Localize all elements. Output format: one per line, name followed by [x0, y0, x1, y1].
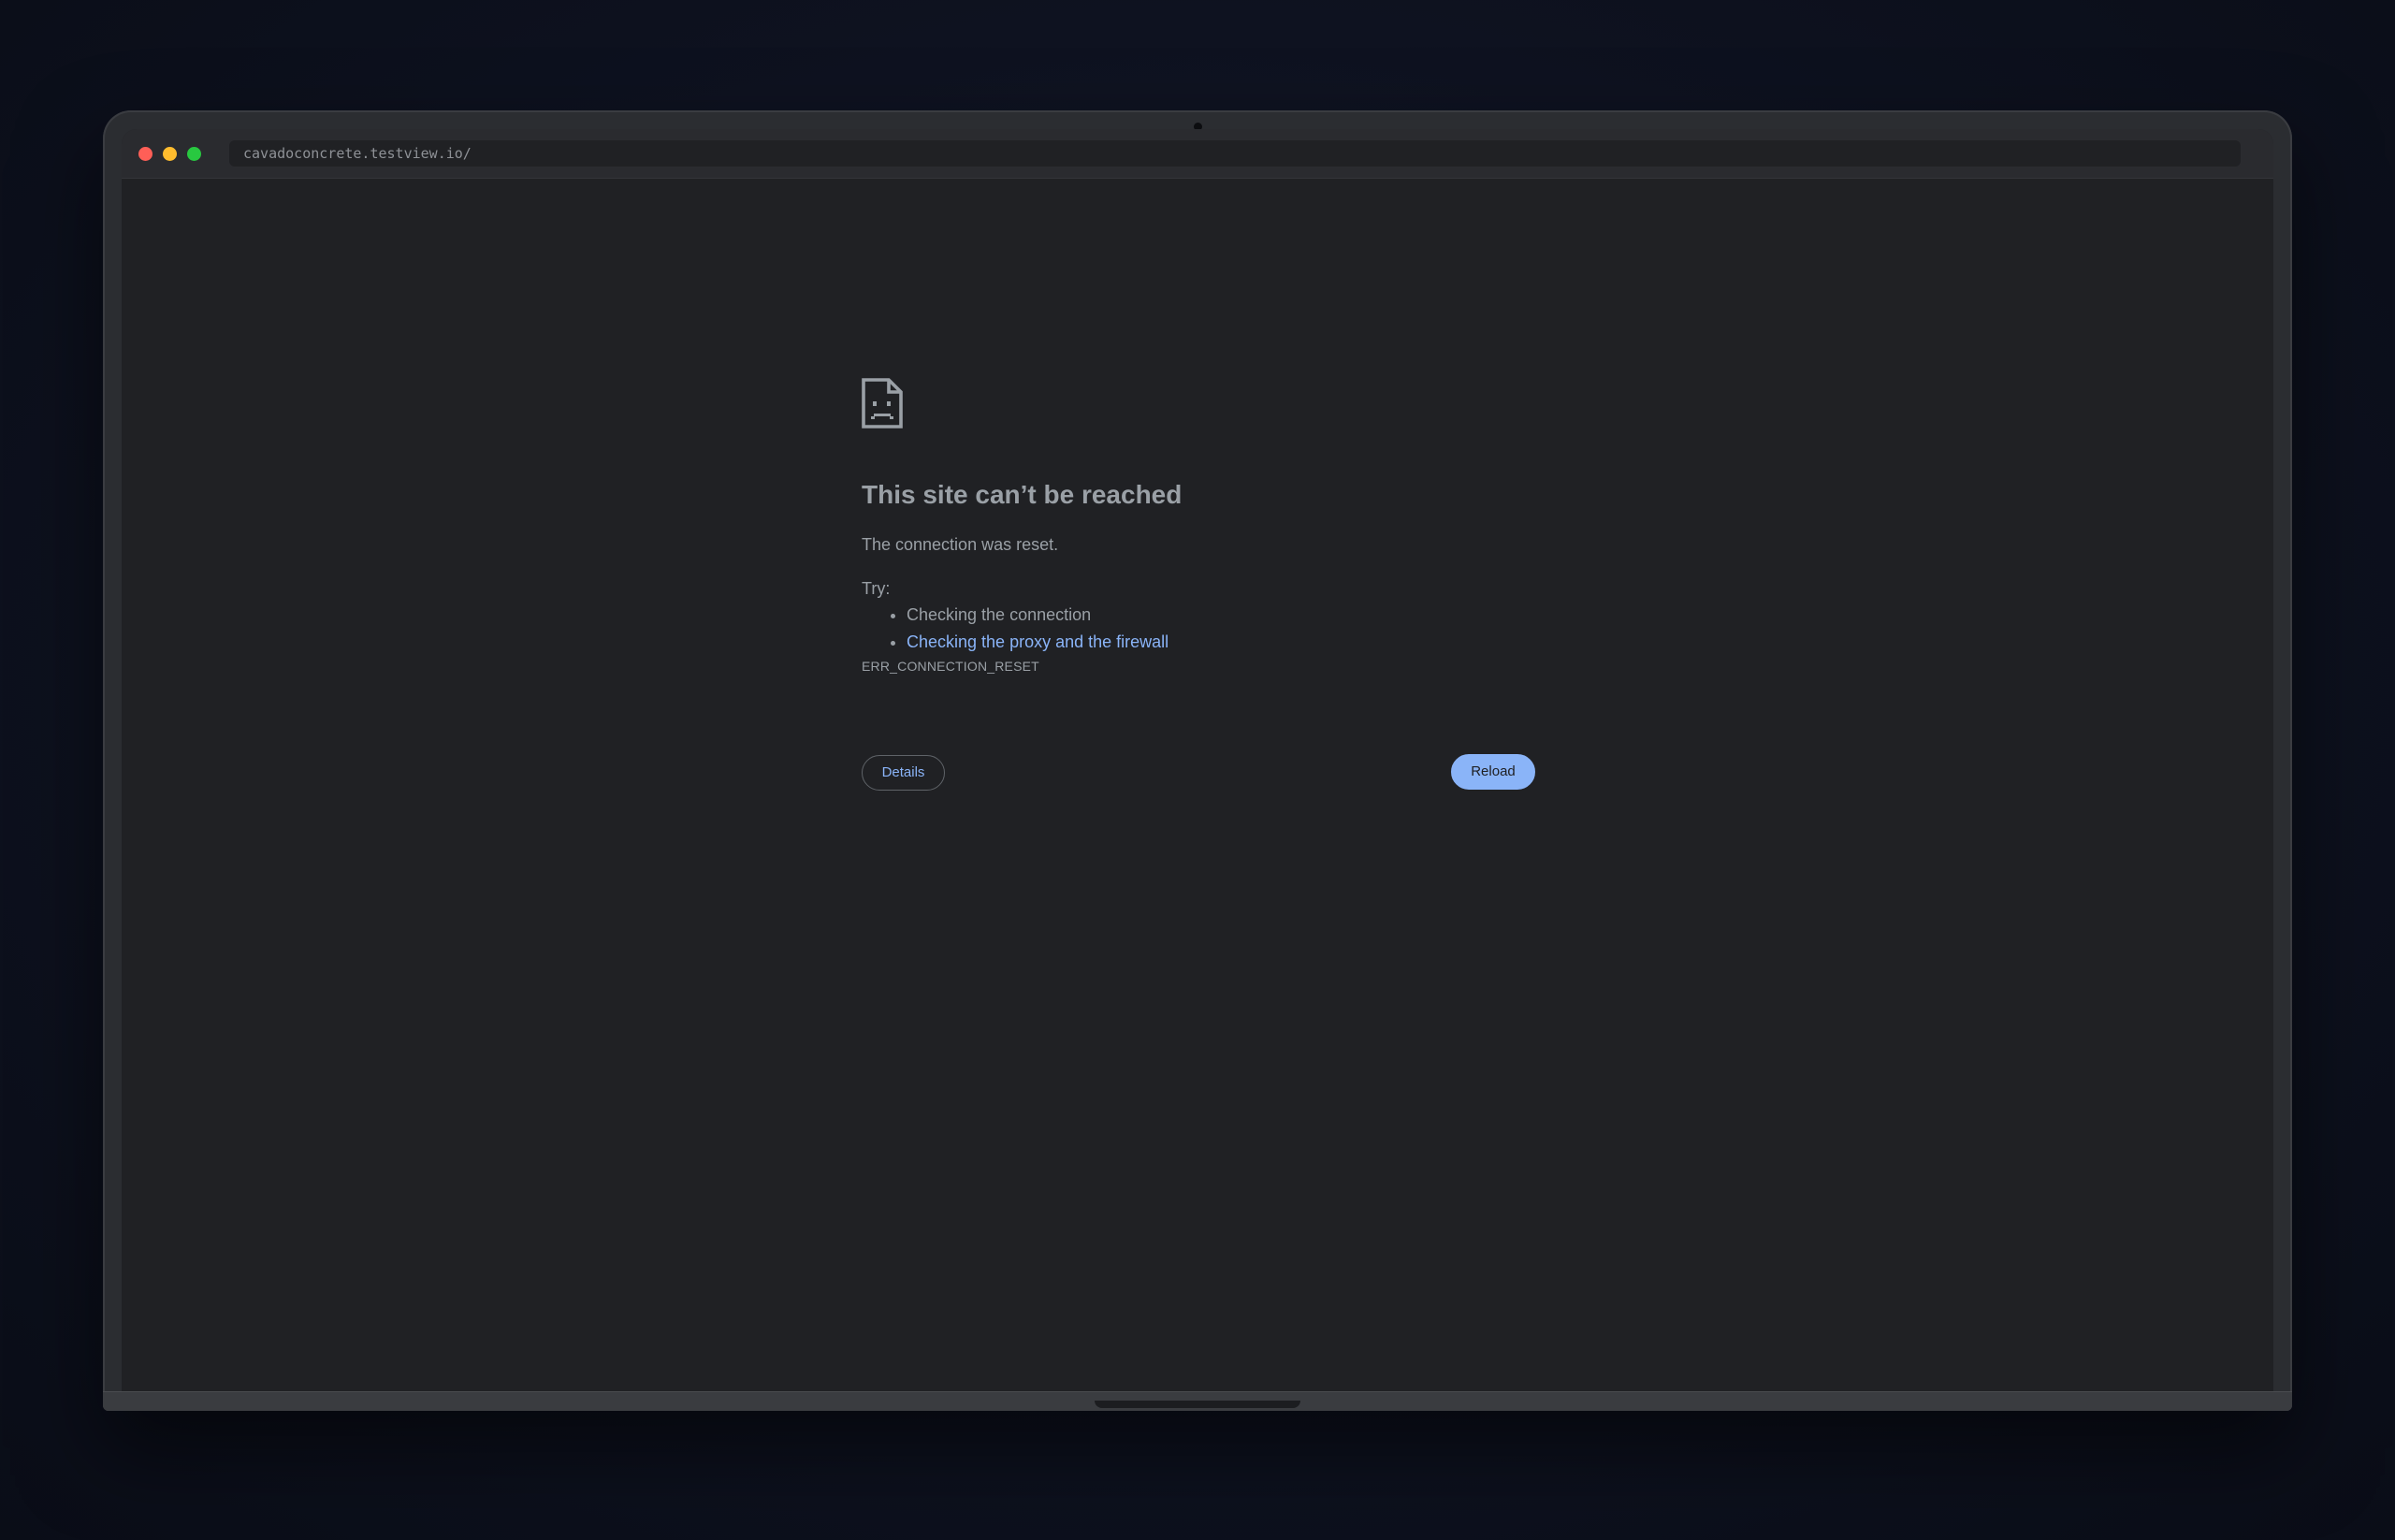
- proxy-firewall-link[interactable]: Checking the proxy and the firewall: [907, 632, 1168, 651]
- browser-toolbar: cavadoconcrete.testview.io/: [122, 129, 2273, 179]
- browser-window: cavadoconcrete.testview.io/ This site ca…: [122, 129, 2273, 1404]
- sad-document-icon: [862, 378, 903, 429]
- reload-button[interactable]: Reload: [1451, 754, 1535, 790]
- try-label: Try:: [862, 579, 891, 598]
- suggestion-item: Checking the connection: [907, 602, 1168, 629]
- close-window-button[interactable]: [138, 147, 152, 161]
- laptop-notch: [1095, 1401, 1300, 1408]
- suggestion-check-connection: Checking the connection: [907, 605, 1092, 624]
- error-message: The connection was reset.: [862, 535, 1059, 554]
- laptop-frame: cavadoconcrete.testview.io/ This site ca…: [103, 110, 2292, 1411]
- minimize-window-button[interactable]: [163, 147, 177, 161]
- page-title: This site can’t be reached: [862, 480, 1183, 509]
- laptop-chin: [103, 1391, 2292, 1411]
- suggestion-item: Checking the proxy and the firewall: [907, 629, 1168, 656]
- address-bar[interactable]: cavadoconcrete.testview.io/: [229, 140, 2241, 167]
- details-button[interactable]: Details: [862, 755, 945, 791]
- maximize-window-button[interactable]: [187, 147, 201, 161]
- suggestions-list: Checking the connection Checking the pro…: [862, 602, 1168, 656]
- error-code: ERR_CONNECTION_RESET: [862, 659, 1039, 674]
